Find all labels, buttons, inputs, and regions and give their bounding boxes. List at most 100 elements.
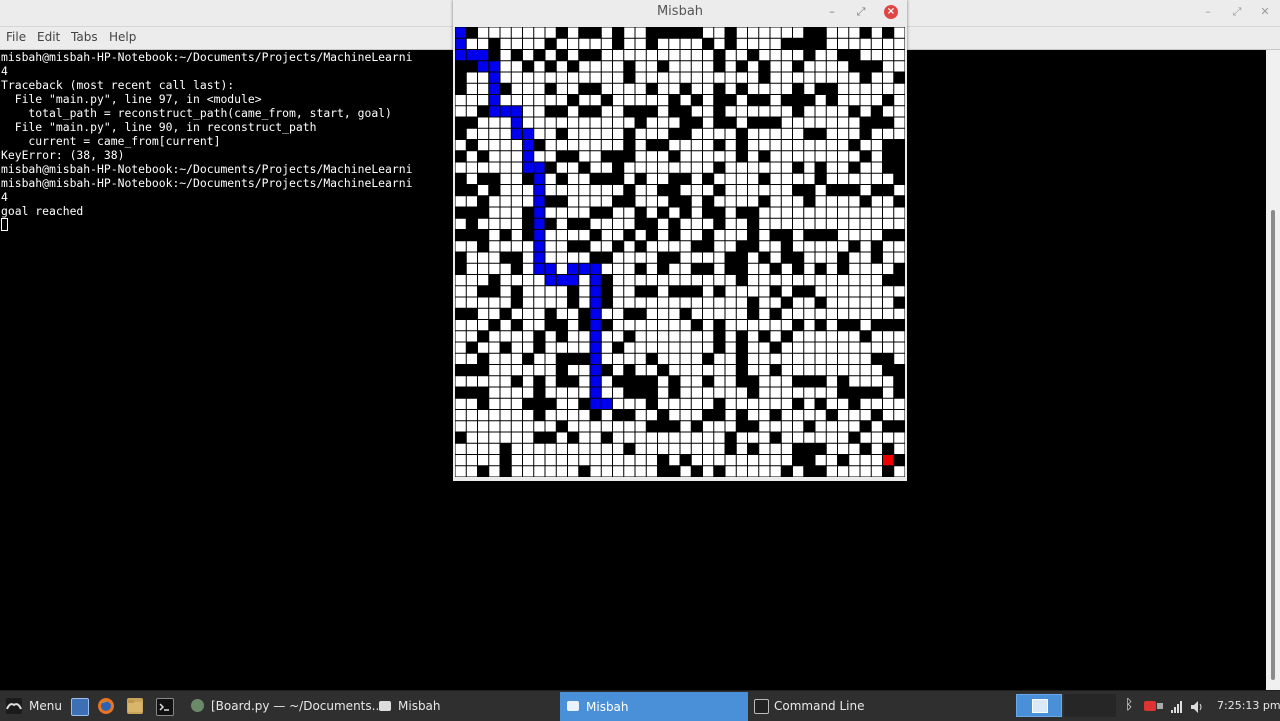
- open-cell: [826, 38, 837, 49]
- open-cell: [556, 443, 567, 454]
- workspace-switcher-1[interactable]: [1016, 694, 1062, 717]
- task-misbah-1[interactable]: Misbah: [398, 699, 441, 713]
- path-cell: [568, 263, 579, 274]
- menu-tabs[interactable]: Tabs: [71, 30, 98, 44]
- menu-help[interactable]: Help: [109, 30, 136, 44]
- path-cell: [455, 38, 466, 49]
- open-cell: [680, 297, 691, 308]
- path-cell: [590, 297, 601, 308]
- maximize-icon[interactable]: ⤢: [854, 5, 868, 19]
- path-cell: [534, 173, 545, 184]
- recording-icon[interactable]: [1144, 701, 1156, 711]
- open-cell: [781, 173, 792, 184]
- open-cell: [568, 128, 579, 139]
- task-board-py[interactable]: [Board.py — ~/Documents...: [211, 699, 383, 713]
- menu-button[interactable]: Menu: [29, 699, 62, 713]
- open-cell: [736, 196, 747, 207]
- open-cell: [849, 117, 860, 128]
- open-cell: [500, 353, 511, 364]
- open-cell: [883, 218, 894, 229]
- open-cell: [703, 286, 714, 297]
- open-cell: [646, 117, 657, 128]
- open-cell: [658, 196, 669, 207]
- bluetooth-icon[interactable]: ᛒ: [1125, 697, 1133, 713]
- wall-cell: [478, 241, 489, 252]
- network-signal-icon[interactable]: [1170, 699, 1184, 713]
- open-cell: [759, 466, 770, 477]
- wall-cell: [624, 443, 635, 454]
- minimize-icon[interactable]: –: [825, 5, 839, 19]
- clock[interactable]: 7:25:13 pm: [1217, 699, 1280, 712]
- close-icon[interactable]: ✕: [1257, 4, 1273, 20]
- open-cell: [568, 106, 579, 117]
- open-cell: [793, 365, 804, 376]
- menu-edit[interactable]: Edit: [37, 30, 60, 44]
- wall-cell: [523, 230, 534, 241]
- open-cell: [691, 342, 702, 353]
- open-cell: [894, 342, 905, 353]
- open-cell: [635, 185, 646, 196]
- close-icon[interactable]: ×: [884, 5, 898, 19]
- wall-cell: [545, 320, 556, 331]
- minimize-icon[interactable]: –: [1200, 4, 1216, 20]
- wall-cell: [714, 162, 725, 173]
- open-cell: [568, 320, 579, 331]
- open-cell: [793, 230, 804, 241]
- open-cell: [568, 308, 579, 319]
- wall-cell: [613, 342, 624, 353]
- open-cell: [838, 466, 849, 477]
- editor-icon: [191, 699, 204, 712]
- open-cell: [556, 398, 567, 409]
- open-cell: [815, 410, 826, 421]
- open-cell: [669, 432, 680, 443]
- open-cell: [770, 275, 781, 286]
- task-command-line[interactable]: Command Line: [774, 699, 865, 713]
- folder-icon[interactable]: [127, 698, 143, 714]
- open-cell: [781, 162, 792, 173]
- open-cell: [736, 72, 747, 83]
- wall-cell: [793, 162, 804, 173]
- open-cell: [624, 241, 635, 252]
- wall-cell: [669, 376, 680, 387]
- open-cell: [556, 432, 567, 443]
- wall-cell: [556, 320, 567, 331]
- wall-cell: [500, 230, 511, 241]
- show-desktop-icon[interactable]: [71, 698, 89, 716]
- wall-cell: [568, 61, 579, 72]
- path-cell: [568, 275, 579, 286]
- volume-icon[interactable]: [1190, 699, 1206, 713]
- open-cell: [703, 455, 714, 466]
- open-cell: [703, 151, 714, 162]
- misbah-titlebar[interactable]: Misbah – ⤢ ×: [453, 0, 907, 26]
- task-misbah-active[interactable]: Misbah: [560, 692, 748, 721]
- misbah-window[interactable]: Misbah – ⤢ ×: [453, 0, 907, 481]
- wall-cell: [860, 151, 871, 162]
- menu-file[interactable]: File: [6, 30, 26, 44]
- wall-cell: [703, 376, 714, 387]
- wall-cell: [601, 207, 612, 218]
- wall-cell: [579, 27, 590, 38]
- terminal-scrollbar[interactable]: [1266, 50, 1280, 690]
- terminal-icon[interactable]: [156, 698, 174, 716]
- open-cell: [714, 128, 725, 139]
- open-cell: [849, 421, 860, 432]
- wall-cell: [466, 185, 477, 196]
- open-cell: [725, 151, 736, 162]
- open-cell: [545, 252, 556, 263]
- workspace-switcher-2[interactable]: [1064, 694, 1116, 717]
- open-cell: [826, 72, 837, 83]
- wall-cell: [635, 207, 646, 218]
- firefox-icon[interactable]: [98, 698, 114, 714]
- scrollbar-thumb[interactable]: [1271, 210, 1275, 680]
- wall-cell: [658, 365, 669, 376]
- open-cell: [489, 455, 500, 466]
- wall-cell: [545, 38, 556, 49]
- open-cell: [669, 342, 680, 353]
- maximize-icon[interactable]: ⤢: [1229, 4, 1245, 20]
- mint-logo-icon[interactable]: [6, 698, 22, 714]
- open-cell: [568, 83, 579, 94]
- open-cell: [725, 128, 736, 139]
- open-cell: [466, 173, 477, 184]
- open-cell: [860, 432, 871, 443]
- wall-cell: [500, 455, 511, 466]
